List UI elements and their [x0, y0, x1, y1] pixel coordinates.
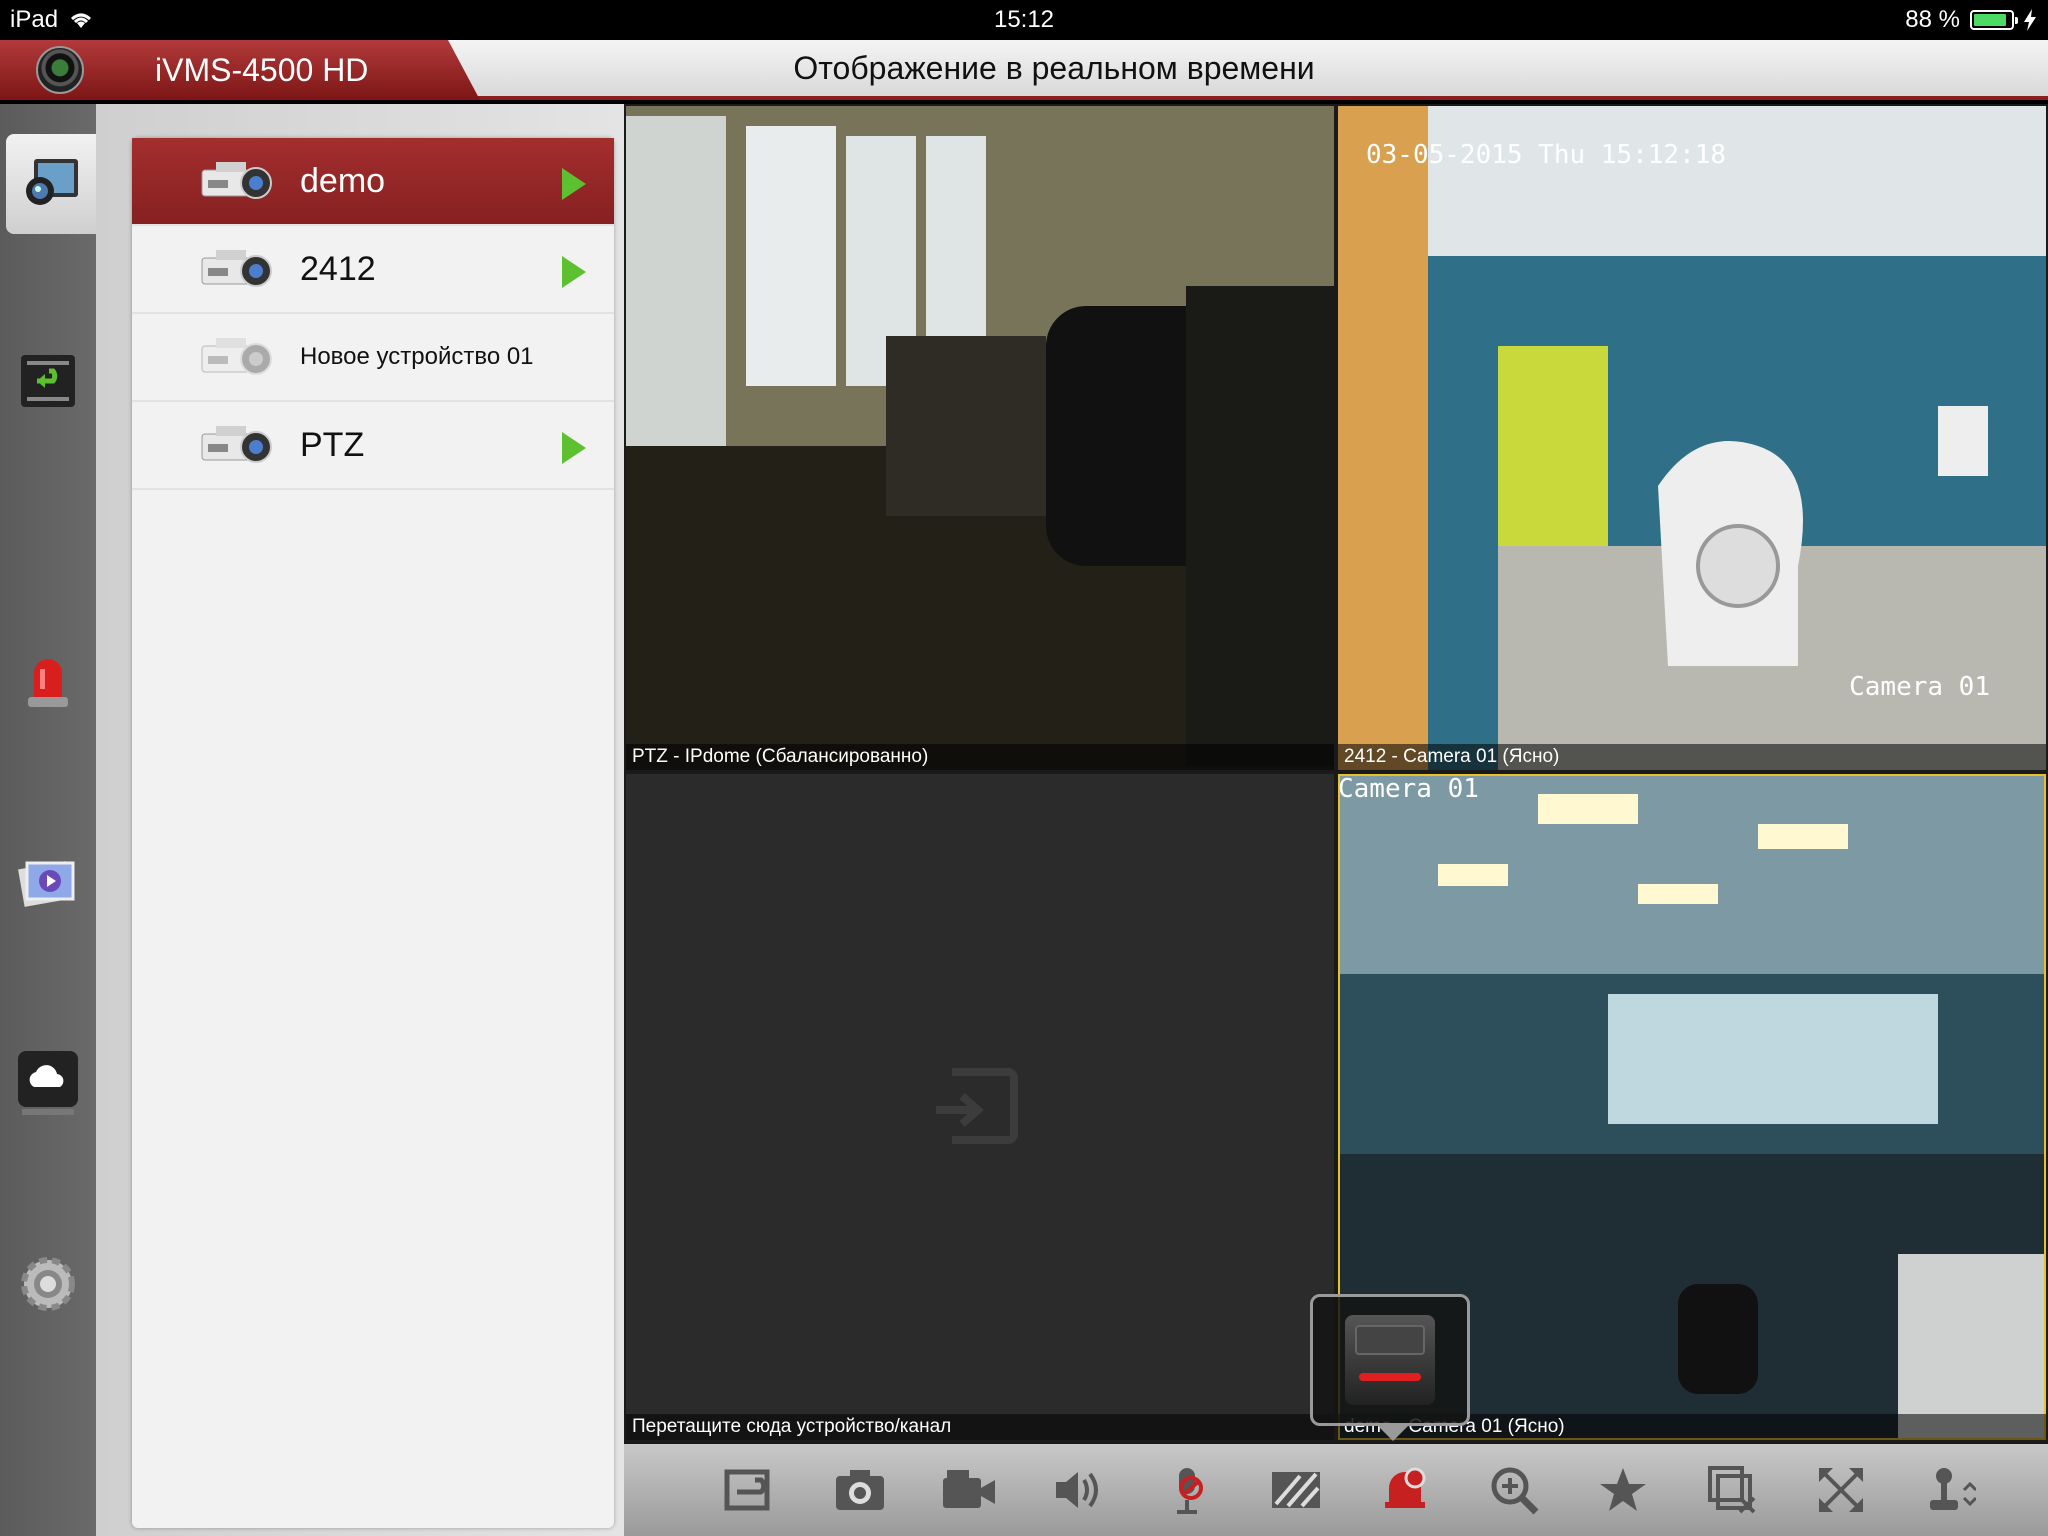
play-icon[interactable]	[562, 432, 586, 464]
tile-caption: PTZ - IPdome (Сбалансированно)	[626, 744, 1334, 770]
record-video-icon	[942, 1470, 995, 1508]
tile-caption: Перетащите сюда устройство/канал	[626, 1414, 1334, 1440]
dvr-device-icon	[201, 250, 272, 287]
alarm-output-bell-icon	[1384, 1467, 1425, 1508]
video-grid: PTZ - IPdome (Сбалансированно) 03-05-201…	[624, 104, 2048, 1444]
digital-zoom-icon	[1491, 1467, 1538, 1515]
dvr-device-icon	[201, 162, 272, 199]
page-title: Отображение в реальном времени	[793, 50, 1315, 86]
rail-pictures-videos-button[interactable]	[6, 834, 90, 934]
tile-camera-label-osd: Camera 01	[1849, 672, 1990, 702]
device-list: demo 2412 Новое устройство 01 PTZ	[132, 138, 614, 1528]
switch-red-indicator	[1359, 1373, 1421, 1381]
app-name: iVMS-4500 HD	[155, 52, 369, 88]
alarm-icon	[28, 659, 68, 707]
app-logo-icon[interactable]	[36, 46, 84, 94]
snapshot-button[interactable]	[805, 1444, 914, 1536]
office-video-feed	[626, 106, 1334, 770]
alarm-output-popover	[1310, 1294, 1470, 1441]
nav-rail	[0, 104, 96, 1536]
device-row-ptz[interactable]: PTZ	[132, 402, 614, 490]
studio-video-feed	[1338, 106, 2046, 770]
dvr-device-offline-icon	[201, 338, 272, 375]
status-bar: iPad 15:12 88 %	[0, 0, 2048, 40]
device-row-demo[interactable]: demo	[132, 138, 614, 226]
video-tile-empty[interactable]: Перетащите сюда устройство/канал	[626, 774, 1334, 1440]
ptz-control-button[interactable]	[1895, 1444, 2004, 1536]
rail-cloud-button[interactable]	[6, 1034, 90, 1134]
rail-playback-button[interactable]	[6, 334, 90, 434]
status-time: 15:12	[993, 6, 1055, 33]
playback-return-icon	[724, 1469, 769, 1511]
ptz-joystick-icon	[1929, 1468, 1976, 1510]
image-quality-icon	[1271, 1472, 1320, 1508]
audio-button[interactable]	[1023, 1444, 1132, 1536]
dvr-device-icon	[201, 426, 272, 463]
tile-caption: 2412 - Camera 01 (Ясно)	[1338, 744, 2046, 770]
favorite-star-icon	[1599, 1468, 1646, 1511]
playback-return-button[interactable]	[696, 1444, 805, 1536]
settings-gear-icon	[21, 1257, 75, 1311]
microphone-button[interactable]	[1132, 1444, 1241, 1536]
favorite-button[interactable]	[1568, 1444, 1677, 1536]
fullscreen-icon	[1818, 1468, 1863, 1512]
device-name: 2412	[300, 249, 376, 288]
play-icon[interactable]	[562, 168, 586, 200]
rail-alarm-button[interactable]	[6, 634, 90, 734]
video-tile-2[interactable]: 03-05-2015 Thu 15:12:18 Camera 01 2412 -…	[1338, 106, 2046, 770]
switch-top-icon	[1355, 1325, 1425, 1355]
alarm-output-switch[interactable]	[1345, 1315, 1435, 1405]
device-row-new-device[interactable]: Новое устройство 01	[132, 314, 614, 402]
snapshot-camera-icon	[835, 1470, 884, 1510]
battery-percent: 88 %	[1905, 6, 1960, 33]
microphone-muted-icon	[1176, 1468, 1203, 1514]
drop-target-icon	[936, 1068, 1018, 1144]
digital-zoom-button[interactable]	[1459, 1444, 1568, 1536]
playback-toolbar	[624, 1444, 2048, 1536]
cloud-icon	[18, 1051, 78, 1115]
live-view-icon	[26, 159, 78, 205]
record-button[interactable]	[914, 1444, 1023, 1536]
title-bar: iVMS-4500 HD Отображение в реальном врем…	[0, 40, 2048, 100]
play-icon[interactable]	[562, 256, 586, 288]
picture-video-icon	[18, 861, 75, 907]
battery-icon	[1970, 10, 2018, 30]
tile-camera-label-osd: Camera 01	[1338, 774, 1479, 804]
device-row-2412[interactable]: 2412	[132, 226, 614, 314]
charging-bolt-icon	[2024, 9, 2036, 31]
playback-icon	[21, 355, 75, 407]
rail-settings-button[interactable]	[6, 1234, 90, 1334]
video-tile-1[interactable]: PTZ - IPdome (Сбалансированно)	[626, 106, 1334, 770]
close-all-icon	[1707, 1466, 1755, 1514]
tile-timestamp-osd: 03-05-2015 Thu 15:12:18	[1366, 140, 1727, 170]
image-quality-button[interactable]	[1241, 1444, 1350, 1536]
audio-speaker-icon	[1055, 1472, 1098, 1508]
battery-level	[1974, 14, 2006, 26]
alarm-output-button[interactable]	[1350, 1444, 1459, 1536]
device-name: Новое устройство 01	[300, 343, 534, 370]
device-name: demo	[300, 161, 386, 200]
fullscreen-button[interactable]	[1786, 1444, 1895, 1536]
close-all-button[interactable]	[1677, 1444, 1786, 1536]
device-name: PTZ	[300, 425, 365, 464]
rail-live-view-button[interactable]	[6, 134, 96, 234]
